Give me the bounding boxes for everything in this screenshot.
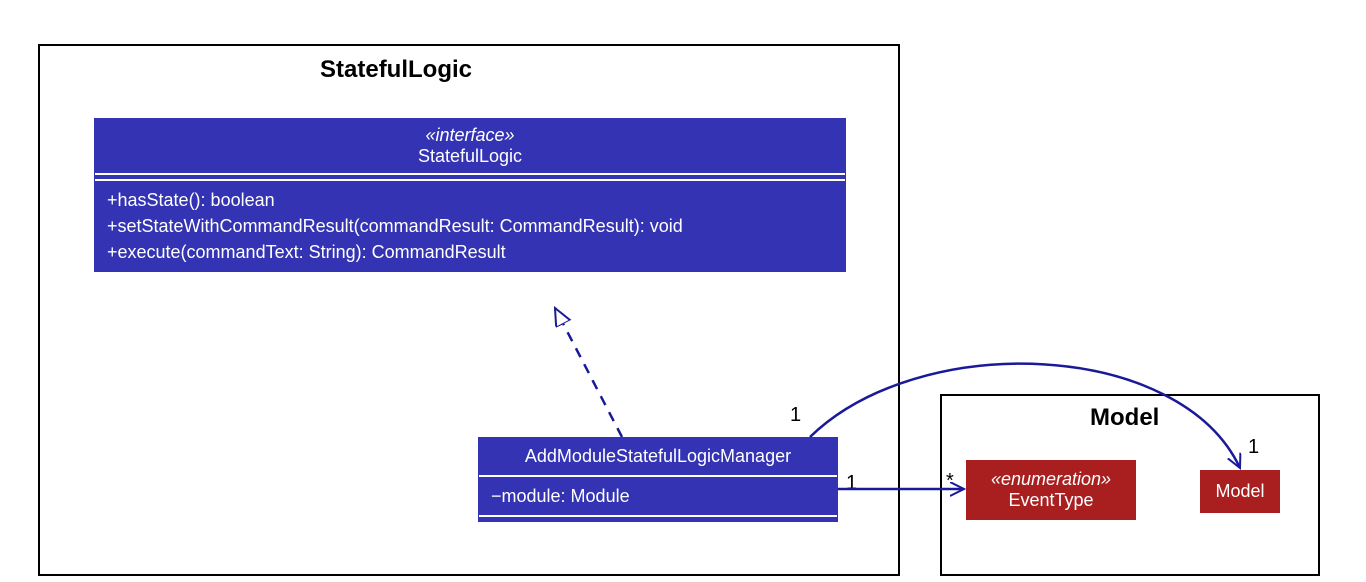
multiplicity-model-dst: 1 [1248, 436, 1259, 459]
class-header: AddModuleStatefulLogicManager [479, 438, 837, 477]
stereotype-label: «enumeration» [973, 469, 1129, 490]
class-attributes: −module: Module [479, 477, 837, 517]
stereotype-label: «interface» [107, 125, 833, 146]
operation: +hasState(): boolean [107, 187, 833, 213]
operation: +execute(commandText: String): CommandRe… [107, 239, 833, 265]
package-model-title: Model [1090, 404, 1159, 432]
class-operations: +hasState(): boolean +setStateWithComman… [95, 181, 845, 271]
operation: +setStateWithCommandResult(commandResult… [107, 213, 833, 239]
class-name: StatefulLogic [418, 146, 522, 166]
class-header: «interface» StatefulLogic [95, 119, 845, 175]
class-model: Model [1200, 470, 1280, 513]
multiplicity-eventtype-dst: * [946, 470, 954, 493]
class-name: EventType [1008, 490, 1093, 510]
class-header: Model [1201, 471, 1279, 512]
class-name: Model [1215, 481, 1264, 501]
class-addmodulestatefullogicmanager: AddModuleStatefulLogicManager −module: M… [478, 437, 838, 522]
class-name: AddModuleStatefulLogicManager [525, 446, 791, 466]
class-header: «enumeration» EventType [967, 461, 1135, 519]
package-statefullogic-title: StatefulLogic [320, 56, 472, 84]
multiplicity-manager-src-1: 1 [790, 404, 801, 427]
class-eventtype-enum: «enumeration» EventType [966, 460, 1136, 520]
class-ops-empty [479, 517, 837, 521]
multiplicity-manager-src-2: 1 [846, 472, 857, 495]
class-statefullogic-interface: «interface» StatefulLogic +hasState(): b… [94, 118, 846, 272]
diagram-canvas: StatefulLogic «interface» StatefulLogic … [0, 0, 1366, 582]
attribute: −module: Module [491, 483, 825, 509]
